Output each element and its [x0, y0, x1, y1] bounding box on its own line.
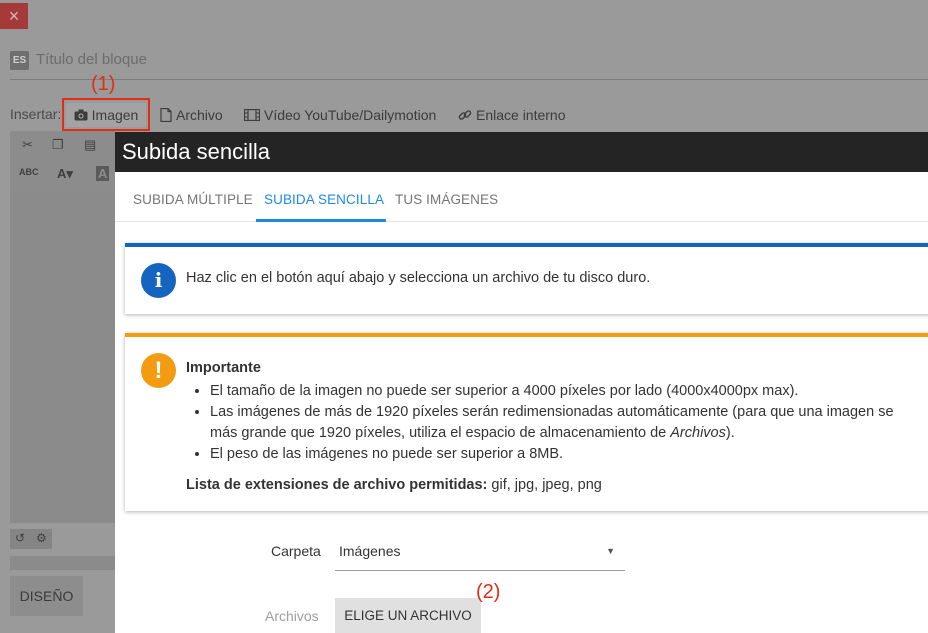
warning-icon: !: [141, 353, 176, 388]
warning-title: Importante: [186, 360, 261, 376]
caret-down-icon: ▼: [606, 546, 615, 556]
insert-label: Insertar:: [10, 106, 62, 122]
list-item: Las imágenes de más de 1920 píxeles será…: [210, 402, 894, 423]
list-item-end: ).: [725, 425, 735, 441]
files-reference: Archivos: [670, 425, 726, 441]
block-title-input[interactable]: Título del bloque: [36, 51, 147, 68]
link-icon: [458, 110, 472, 120]
annotation-label-2: (2): [476, 581, 501, 603]
active-tab-indicator: [256, 219, 386, 222]
allowed-extensions: Lista de extensiones de archivo permitid…: [186, 477, 602, 493]
info-text: Haz clic en el botón aquí abajo y selecc…: [186, 270, 651, 286]
text-color-icon[interactable]: A▾: [57, 166, 73, 182]
close-button[interactable]: ×: [0, 3, 28, 29]
extensions-value: gif, jpg, jpeg, png: [487, 477, 602, 493]
paste-icon[interactable]: ▤: [84, 137, 96, 153]
warning-alert: ! Importante El tamaño de la imagen no p…: [125, 333, 928, 511]
design-button[interactable]: DISEÑO: [10, 576, 83, 616]
editor-status-bar: [10, 556, 115, 570]
spellcheck-icon[interactable]: ABC: [19, 167, 39, 177]
language-badge: ES: [10, 51, 29, 70]
undo-icon[interactable]: ↺: [15, 531, 25, 545]
upload-tabs: SUBIDA MÚLTIPLE SUBIDA SENCILLA TUS IMÁG…: [115, 172, 928, 222]
insert-video-label: Vídeo YouTube/Dailymotion: [264, 107, 437, 123]
list-item-text: más grande que 1920 píxeles, utiliza el …: [210, 425, 667, 441]
copy-icon[interactable]: ❐: [52, 137, 64, 153]
cut-icon[interactable]: ✂: [22, 137, 33, 153]
extensions-label: Lista de extensiones de archivo permitid…: [186, 477, 488, 493]
modal-title: Subida sencilla: [115, 132, 928, 172]
file-icon: [160, 108, 172, 122]
insert-file-button[interactable]: Archivo: [160, 103, 223, 127]
files-label: Archivos: [265, 608, 319, 624]
choose-file-button[interactable]: ELIGE UN ARCHIVO: [335, 598, 481, 633]
insert-link-button[interactable]: Enlace interno: [458, 103, 566, 127]
insert-file-label: Archivo: [176, 107, 223, 123]
list-item: El peso de las imágenes no puede ser sup…: [210, 444, 894, 465]
warning-list: El tamaño de la imagen no puede ser supe…: [210, 381, 894, 465]
editor-mini-toolbar: ↺ ⚙: [10, 529, 52, 549]
upload-modal: Subida sencilla SUBIDA MÚLTIPLE SUBIDA S…: [115, 132, 928, 633]
folder-select-value: Imágenes: [339, 543, 401, 559]
folder-label: Carpeta: [271, 543, 321, 559]
tab-multiple-upload[interactable]: SUBIDA MÚLTIPLE: [133, 192, 253, 207]
annotation-label-1: (1): [91, 73, 116, 95]
editor-content-area[interactable]: [10, 193, 115, 523]
info-icon: i: [141, 263, 176, 298]
title-underline: [10, 79, 928, 80]
gear-icon[interactable]: ⚙: [36, 531, 47, 545]
list-item: El tamaño de la imagen no puede ser supe…: [210, 381, 894, 402]
insert-link-label: Enlace interno: [476, 107, 566, 123]
editor-toolbar: ✂ ❐ ▤ ABC A▾ A: [10, 131, 115, 193]
info-alert: i Haz clic en el botón aquí abajo y sele…: [125, 243, 928, 314]
folder-select[interactable]: Imágenes ▼: [335, 534, 625, 571]
tab-single-upload[interactable]: SUBIDA SENCILLA: [264, 192, 384, 207]
background-color-icon[interactable]: A: [96, 166, 110, 181]
tab-your-images[interactable]: TUS IMÁGENES: [395, 192, 498, 207]
annotation-highlight-box: [62, 98, 150, 131]
film-icon: [244, 109, 260, 121]
list-item: más grande que 1920 píxeles, utiliza el …: [210, 423, 894, 444]
insert-video-button[interactable]: Vídeo YouTube/Dailymotion: [244, 103, 436, 127]
